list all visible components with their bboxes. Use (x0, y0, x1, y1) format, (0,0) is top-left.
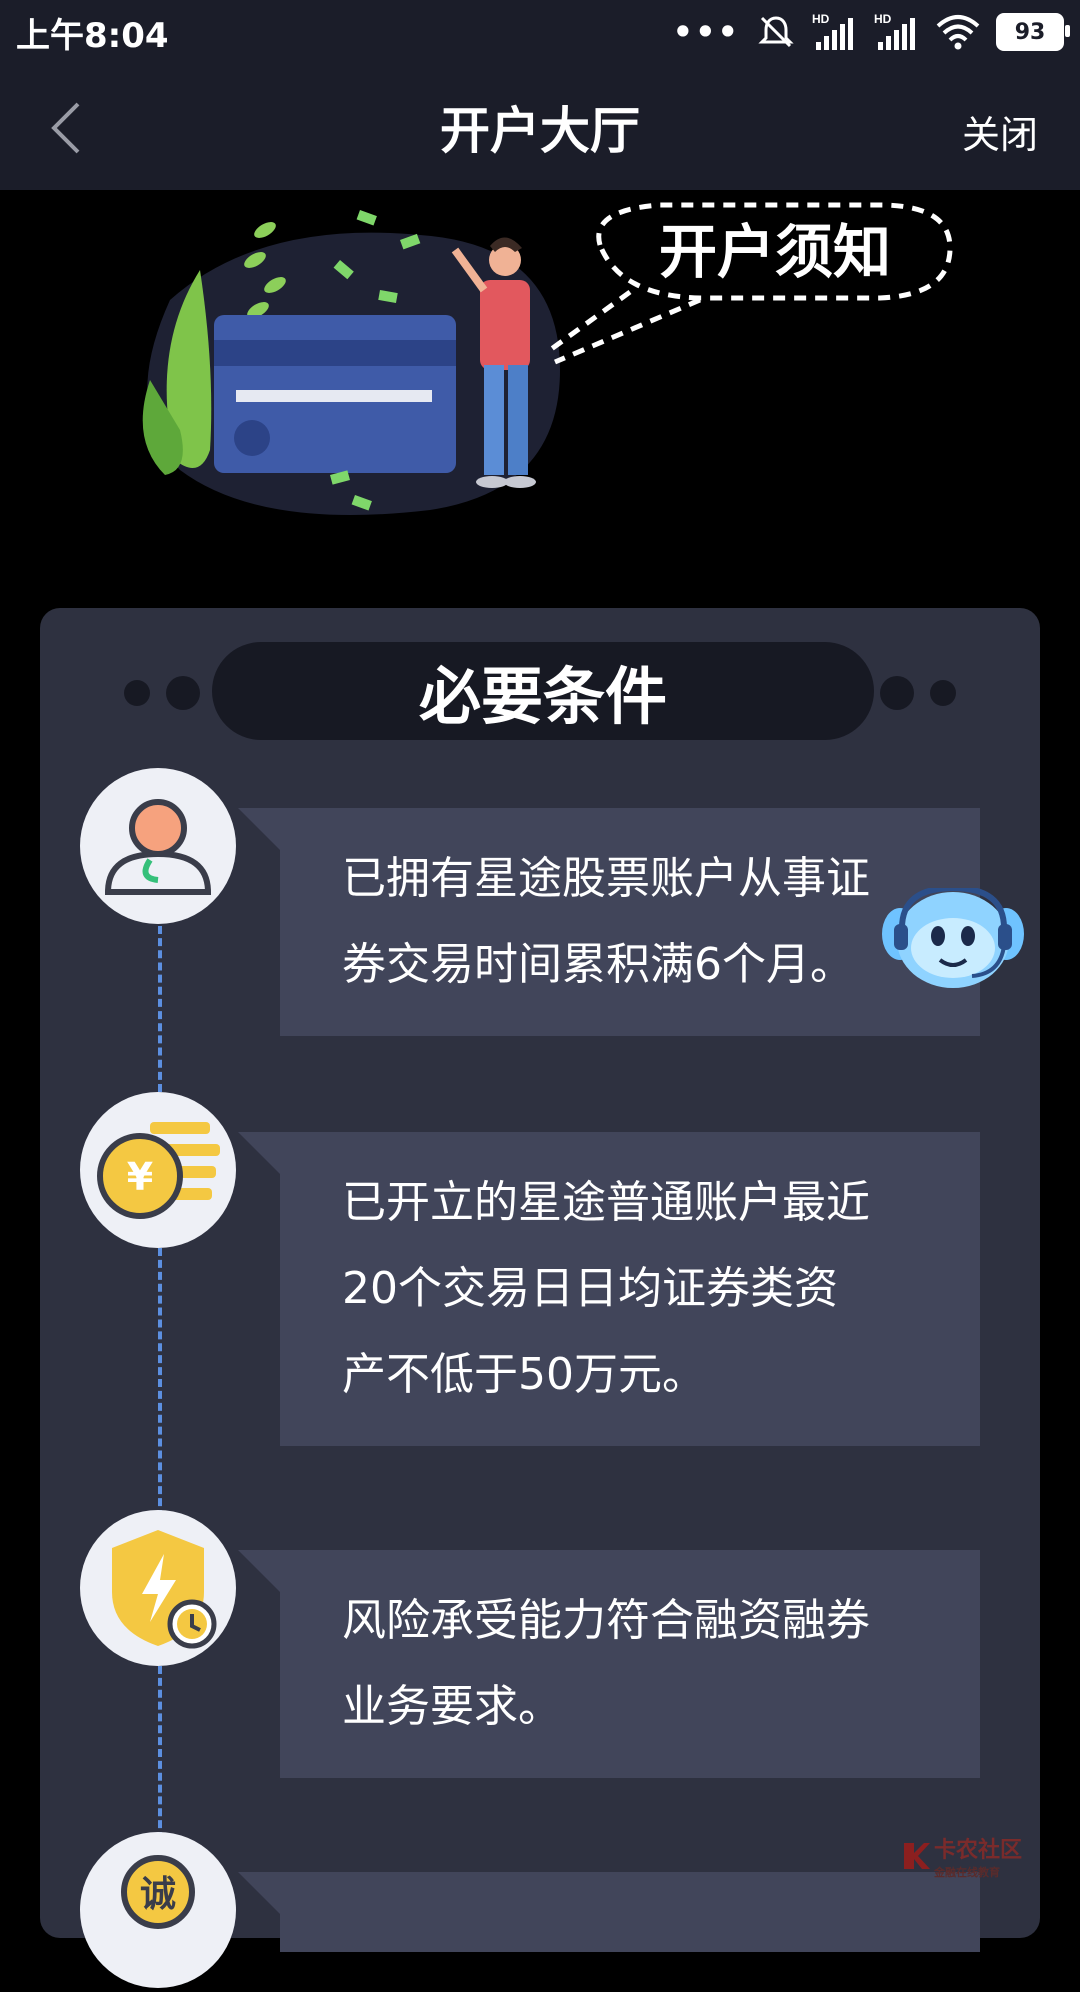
svg-text:HD: HD (874, 12, 892, 26)
condition-item: 已开立的星途普通账户最近 20个交易日日均证券类资 产不低于50万元。 (238, 1132, 980, 1446)
section-header: 必要条件 (40, 636, 1040, 740)
honesty-icon: 诚 (80, 1832, 236, 1988)
decor-dot (124, 680, 150, 706)
condition-line: 产不低于50万元。 (342, 1349, 706, 1400)
wifi-icon (936, 15, 980, 50)
condition-item (238, 1872, 980, 1952)
signal-icon: HD (812, 12, 853, 50)
condition-item: 已拥有星途股票账户从事证 券交易时间累积满6个月。 (238, 808, 980, 1036)
section-title: 必要条件 (212, 642, 874, 740)
mute-bell-icon (758, 16, 794, 48)
svg-text:¥: ¥ (127, 1155, 153, 1199)
watermark-subtext: 金融在线教育 (934, 1866, 1000, 1879)
condition-item: 风险承受能力符合融资融券 业务要求。 (238, 1550, 980, 1778)
watermark: 卡农社区 金融在线教育 (900, 1832, 1022, 1880)
signal-icon-2: HD (874, 12, 915, 50)
condition-line: 券交易时间累积满6个月。 (342, 939, 854, 990)
page-title: 开户大厅 (440, 102, 640, 160)
timeline-line (158, 926, 162, 1092)
condition-line: 已拥有星途股票账户从事证 (342, 853, 870, 904)
svg-text:诚: 诚 (140, 1874, 176, 1915)
bubble-text: 开户须知 (659, 218, 891, 286)
decor-dot (930, 680, 956, 706)
status-bar: 上午8:04 ••• HD HD 93 (0, 0, 1080, 64)
conditions-card: 必要条件 已拥有星途股票账户从事证 券交易时间累积满6个月。 ¥ 已开立的星途普… (40, 608, 1040, 1988)
condition-line: 风险承受能力符合融资融券 (342, 1595, 870, 1646)
more-icon: ••• (672, 13, 740, 51)
user-icon (80, 768, 236, 924)
watermark-logo-icon (904, 1843, 930, 1869)
condition-line: 已开立的星途普通账户最近 (342, 1177, 870, 1228)
condition-line: 20个交易日日均证券类资 (342, 1263, 838, 1314)
watermark-text: 卡农社区 (934, 1838, 1023, 1863)
decor-dot (880, 676, 914, 710)
status-time: 上午8:04 (16, 15, 169, 56)
condition-line: 业务要求。 (342, 1681, 562, 1732)
nav-bar: 开户大厅 关闭 (0, 64, 1080, 190)
svg-text:HD: HD (812, 12, 830, 26)
close-button[interactable]: 关闭 (962, 104, 1038, 159)
timeline-line (158, 1248, 162, 1518)
battery-icon: 93 (996, 13, 1070, 51)
coin-icon: ¥ (80, 1092, 236, 1248)
back-arrow-icon[interactable] (40, 96, 104, 160)
timeline-line (158, 1666, 162, 1840)
customer-service-icon[interactable] (880, 888, 1026, 992)
risk-shield-icon (80, 1510, 236, 1666)
decor-dot (166, 676, 200, 710)
hero-illustration: 开户须知 (142, 202, 953, 515)
status-icons: ••• HD HD 93 (672, 12, 1070, 52)
